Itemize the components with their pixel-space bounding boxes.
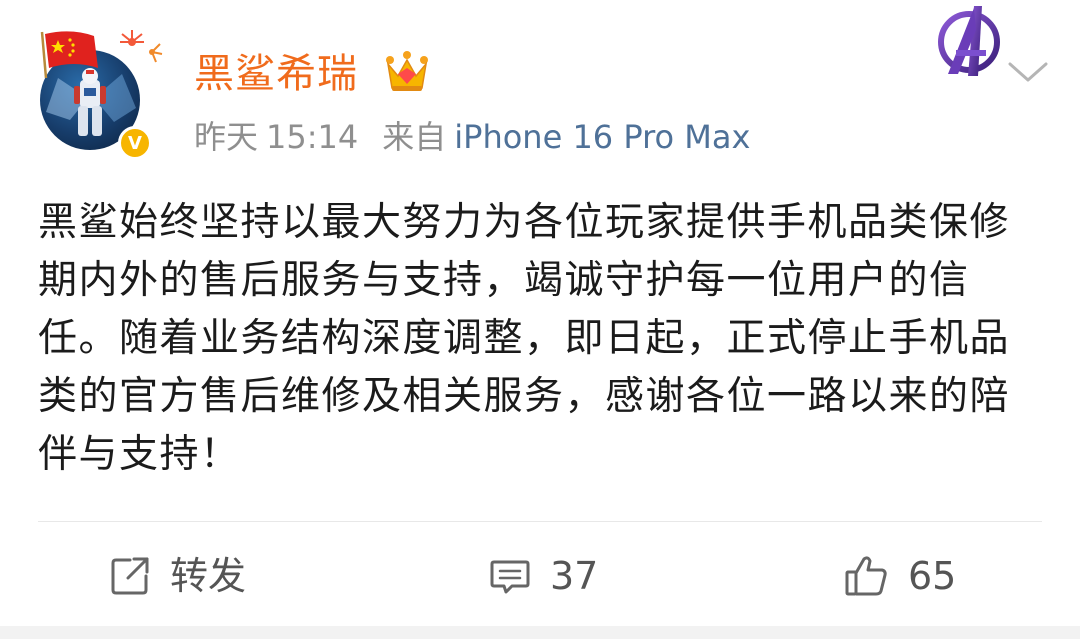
card-separator <box>0 626 1080 639</box>
device-link[interactable]: iPhone 16 Pro Max <box>454 118 750 156</box>
avatar-container[interactable]: V <box>36 28 166 160</box>
vip-crown-icon[interactable] <box>384 50 430 94</box>
like-count: 65 <box>908 554 957 598</box>
post-time: 15:14 <box>266 118 359 156</box>
comment-icon <box>490 560 530 594</box>
verified-badge: V <box>118 126 152 160</box>
chevron-down-icon[interactable] <box>1006 58 1050 86</box>
avengers-emblem-icon <box>938 6 1000 76</box>
repost-button[interactable]: 转发 <box>108 548 246 604</box>
share-icon <box>111 557 149 595</box>
post-meta: 昨天 15:14 来自 iPhone 16 Pro Max <box>194 114 750 160</box>
repost-label: 转发 <box>170 554 247 598</box>
post-date: 昨天 <box>194 118 259 156</box>
source-prefix: 来自 <box>382 118 447 156</box>
thumbs-up-icon <box>845 556 887 596</box>
china-flag-icon <box>40 31 98 79</box>
comment-button[interactable]: 37 <box>488 548 598 604</box>
divider <box>38 521 1042 522</box>
fireworks-icon <box>120 30 163 63</box>
like-button[interactable]: 65 <box>844 548 956 604</box>
comment-count: 37 <box>550 554 599 598</box>
username[interactable]: 黑鲨希瑞 <box>194 46 358 102</box>
post-text: 黑鲨始终坚持以最大努力为各位玩家提供手机品类保修期内外的售后服务与支持，竭诚守护… <box>38 200 1011 477</box>
